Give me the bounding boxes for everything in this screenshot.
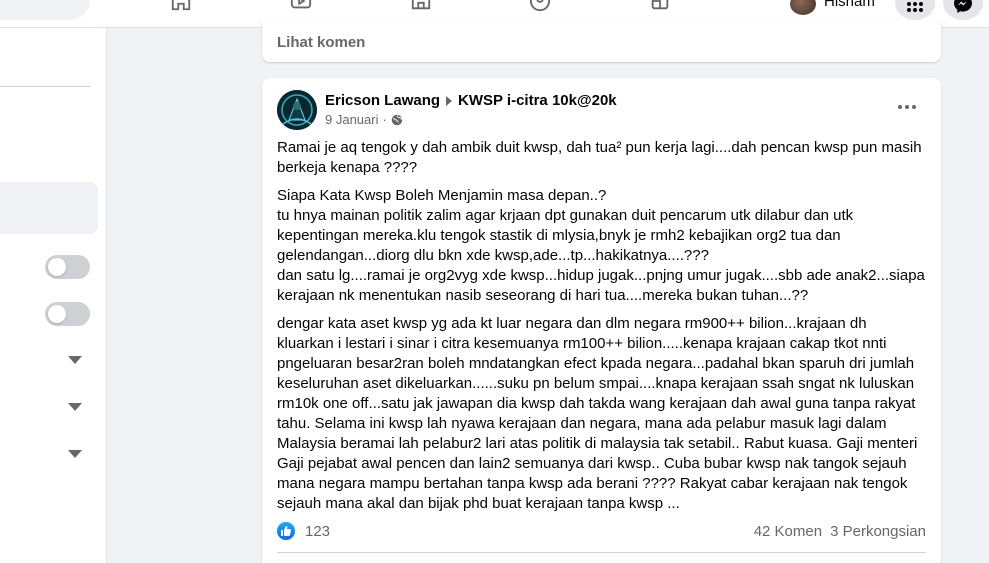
left-sidebar <box>0 28 107 563</box>
author-name[interactable]: Ericson Lawang <box>325 92 440 109</box>
chevron-down-icon[interactable] <box>68 450 82 458</box>
home-icon[interactable] <box>168 0 194 14</box>
menu-button[interactable] <box>895 0 935 20</box>
reactions-row: 123 42 Komen 3 Perkongsian <box>277 520 926 542</box>
meta-separator: · <box>382 112 387 127</box>
post-date[interactable]: 9 Januari <box>325 112 378 127</box>
shares-count[interactable]: 3 Perkongsian <box>830 523 926 540</box>
post-paragraph: dengar kata aset kwsp yg ada kt luar neg… <box>277 315 918 512</box>
group-name[interactable]: KWSP i-citra 10k@20k <box>458 92 617 109</box>
chevron-down-icon[interactable] <box>68 356 82 364</box>
author-avatar[interactable] <box>277 90 317 130</box>
chevron-down-icon[interactable] <box>68 403 82 411</box>
messenger-icon <box>954 0 972 13</box>
previous-post-card: Lihat komen <box>262 20 941 62</box>
more-options-button[interactable] <box>892 100 922 114</box>
post-card: Ericson Lawang KWSP i-citra 10k@20k 9 Ja… <box>262 78 941 563</box>
arrow-right-icon <box>446 95 453 106</box>
profile-name: Hisham <box>824 0 875 10</box>
view-comments-link[interactable]: Lihat komen <box>277 34 365 51</box>
sidebar-divider <box>0 86 90 87</box>
search-box[interactable] <box>0 0 90 20</box>
grid-menu-icon <box>907 2 923 12</box>
post-header: Ericson Lawang KWSP i-citra 10k@20k <box>325 92 617 109</box>
groups-icon[interactable] <box>527 0 553 14</box>
post-meta: 9 Januari · <box>325 112 403 127</box>
comments-count[interactable]: 42 Komen <box>754 523 822 540</box>
watch-icon[interactable] <box>288 0 314 14</box>
post-divider <box>277 552 926 553</box>
post-paragraph: Ramai je aq tengok y dah ambik duit kwsp… <box>277 139 922 176</box>
post-paragraph: Siapa Kata Kwsp Boleh Menjamin masa depa… <box>277 187 925 304</box>
engagement-stats: 42 Komen 3 Perkongsian <box>754 523 926 540</box>
toggle-switch[interactable] <box>45 302 90 326</box>
like-reaction-icon[interactable] <box>277 522 295 540</box>
marketplace-icon[interactable] <box>408 0 434 14</box>
toggle-switch[interactable] <box>45 255 90 279</box>
messenger-button[interactable] <box>943 0 983 20</box>
like-count[interactable]: 123 <box>305 523 330 540</box>
gaming-icon[interactable] <box>647 0 673 14</box>
sidebar-item-selected[interactable] <box>0 182 98 234</box>
globe-icon <box>391 114 403 125</box>
avatar <box>790 0 816 15</box>
profile-shortcut[interactable]: Hisham <box>790 0 875 15</box>
post-body: Ramai je aq tengok y dah ambik duit kwsp… <box>277 138 927 522</box>
